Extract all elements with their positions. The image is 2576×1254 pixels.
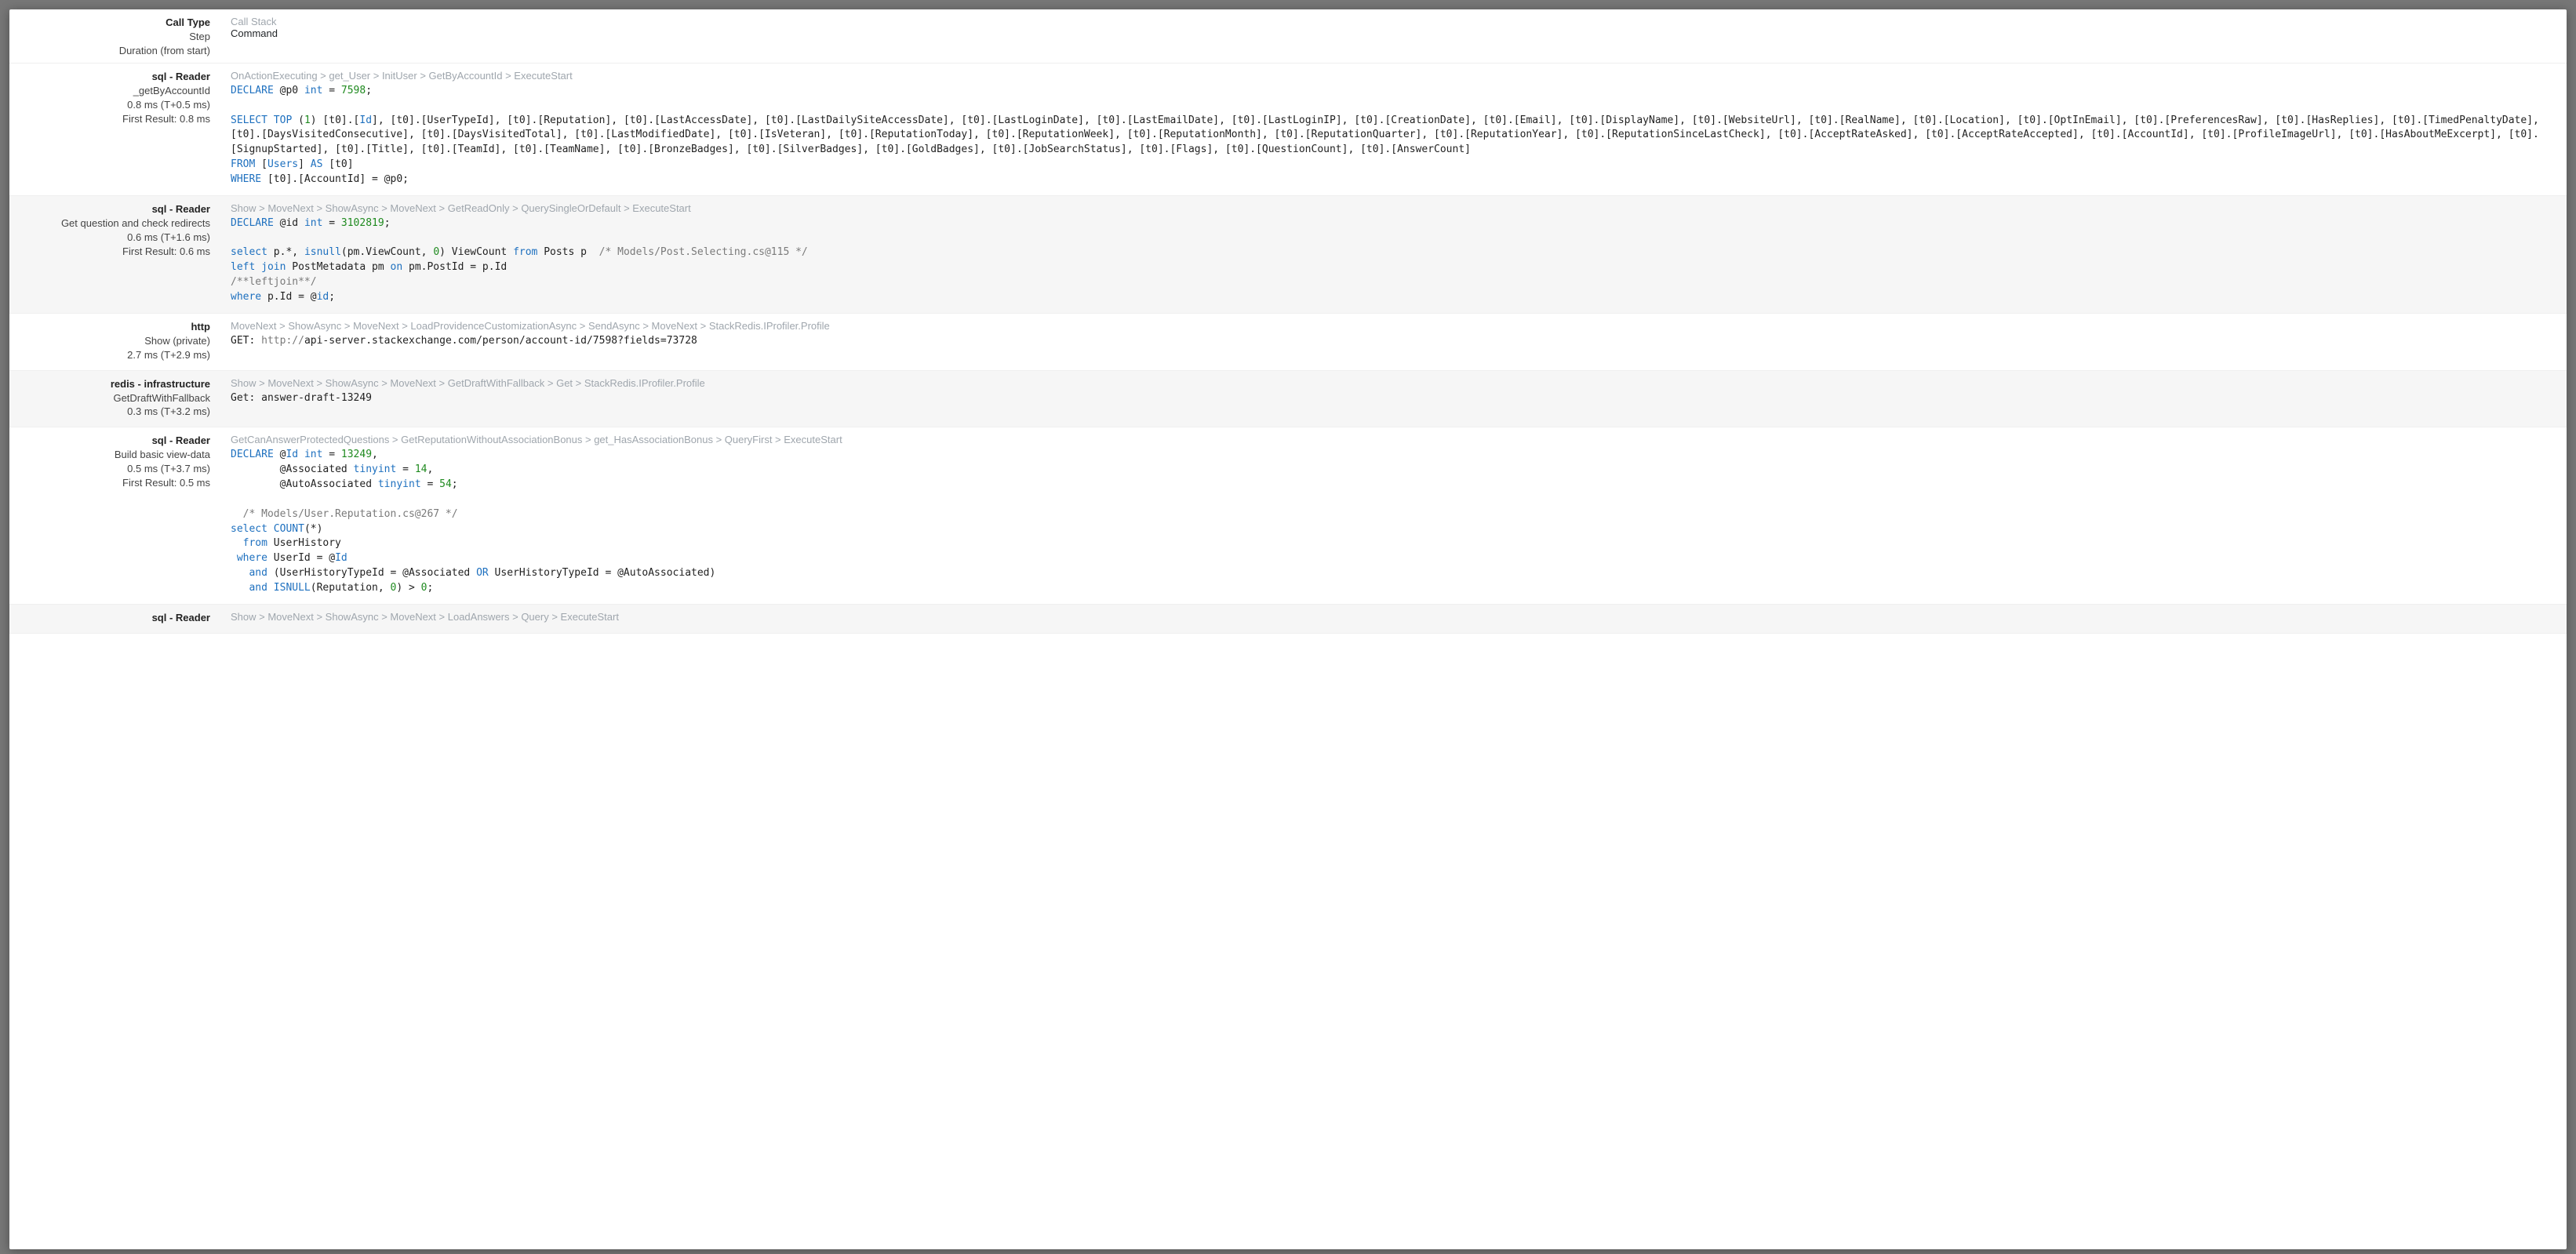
- header-step-label: Step: [16, 30, 210, 44]
- entry-call-stack[interactable]: Show > MoveNext > ShowAsync > MoveNext >…: [231, 202, 2559, 214]
- entry-left: sql - ReaderGet question and check redir…: [9, 199, 218, 305]
- profiler-entry[interactable]: sql - ReaderGet question and check redir…: [9, 196, 2567, 314]
- entry-right: Show > MoveNext > ShowAsync > MoveNext >…: [218, 374, 2567, 420]
- entry-command: DECLARE @id int = 3102819; select p.*, i…: [231, 216, 2559, 305]
- entry-subline: Build basic view-data: [16, 448, 210, 462]
- entry-call-stack[interactable]: Show > MoveNext > ShowAsync > MoveNext >…: [231, 377, 2559, 389]
- entry-command: DECLARE @p0 int = 7598; SELECT TOP (1) […: [231, 84, 2559, 187]
- entry-subline: 0.8 ms (T+0.5 ms): [16, 98, 210, 112]
- header-command-label: Command: [231, 27, 2559, 39]
- entry-left: sql - Reader: [9, 608, 218, 625]
- entry-type: http: [16, 320, 210, 334]
- profiler-entry[interactable]: sql - Reader_getByAccountId0.8 ms (T+0.5…: [9, 64, 2567, 196]
- entry-right: OnActionExecuting > get_User > InitUser …: [218, 67, 2567, 187]
- profiler-modal[interactable]: Call Type Step Duration (from start) Cal…: [9, 9, 2567, 1249]
- profiler-entry[interactable]: sql - ReaderBuild basic view-data0.5 ms …: [9, 427, 2567, 604]
- entry-call-stack[interactable]: MoveNext > ShowAsync > MoveNext > LoadPr…: [231, 320, 2559, 332]
- entry-subline: GetDraftWithFallback: [16, 391, 210, 405]
- entry-subline: _getByAccountId: [16, 84, 210, 98]
- entry-subline: 2.7 ms (T+2.9 ms): [16, 348, 210, 362]
- profiler-entries: sql - Reader_getByAccountId0.8 ms (T+0.5…: [9, 64, 2567, 634]
- profiler-header-left: Call Type Step Duration (from start): [9, 13, 218, 58]
- entry-subline: 0.5 ms (T+3.7 ms): [16, 462, 210, 476]
- entry-subline: First Result: 0.8 ms: [16, 112, 210, 126]
- header-call-stack-label: Call Stack: [231, 16, 2559, 27]
- entry-command: DECLARE @Id int = 13249, @Associated tin…: [231, 448, 2559, 595]
- profiler-entry[interactable]: sql - Reader Show > MoveNext > ShowAsync …: [9, 605, 2567, 634]
- profiler-header-right: Call Stack Command: [218, 13, 2567, 58]
- entry-type: redis - infrastructure: [16, 377, 210, 391]
- entry-subline: 0.3 ms (T+3.2 ms): [16, 405, 210, 419]
- entry-left: sql - Reader_getByAccountId0.8 ms (T+0.5…: [9, 67, 218, 187]
- profiler-entry[interactable]: httpShow (private)2.7 ms (T+2.9 ms) MoveN…: [9, 314, 2567, 371]
- header-call-type-label: Call Type: [16, 16, 210, 30]
- entry-call-stack[interactable]: GetCanAnswerProtectedQuestions > GetRepu…: [231, 434, 2559, 445]
- entry-left: sql - ReaderBuild basic view-data0.5 ms …: [9, 431, 218, 595]
- entry-subline: Show (private): [16, 334, 210, 348]
- entry-left: redis - infrastructureGetDraftWithFallba…: [9, 374, 218, 420]
- profiler-header-row: Call Type Step Duration (from start) Cal…: [9, 9, 2567, 64]
- entry-left: httpShow (private)2.7 ms (T+2.9 ms): [9, 317, 218, 362]
- entry-subline: First Result: 0.6 ms: [16, 245, 210, 259]
- entry-call-stack[interactable]: Show > MoveNext > ShowAsync > MoveNext >…: [231, 611, 2559, 623]
- entry-subline: First Result: 0.5 ms: [16, 476, 210, 490]
- header-duration-label: Duration (from start): [16, 44, 210, 58]
- entry-command: GET: http://api-server.stackexchange.com…: [231, 334, 2559, 349]
- entry-type: sql - Reader: [16, 611, 210, 625]
- entry-call-stack[interactable]: OnActionExecuting > get_User > InitUser …: [231, 70, 2559, 82]
- entry-type: sql - Reader: [16, 202, 210, 216]
- entry-right: Show > MoveNext > ShowAsync > MoveNext >…: [218, 608, 2567, 625]
- profiler-entry[interactable]: redis - infrastructureGetDraftWithFallba…: [9, 371, 2567, 428]
- entry-subline: Get question and check redirects: [16, 216, 210, 231]
- entry-right: GetCanAnswerProtectedQuestions > GetRepu…: [218, 431, 2567, 595]
- entry-subline: 0.6 ms (T+1.6 ms): [16, 231, 210, 245]
- entry-type: sql - Reader: [16, 70, 210, 84]
- entry-right: MoveNext > ShowAsync > MoveNext > LoadPr…: [218, 317, 2567, 362]
- entry-command: Get: answer-draft-13249: [231, 391, 2559, 406]
- entry-right: Show > MoveNext > ShowAsync > MoveNext >…: [218, 199, 2567, 305]
- entry-type: sql - Reader: [16, 434, 210, 448]
